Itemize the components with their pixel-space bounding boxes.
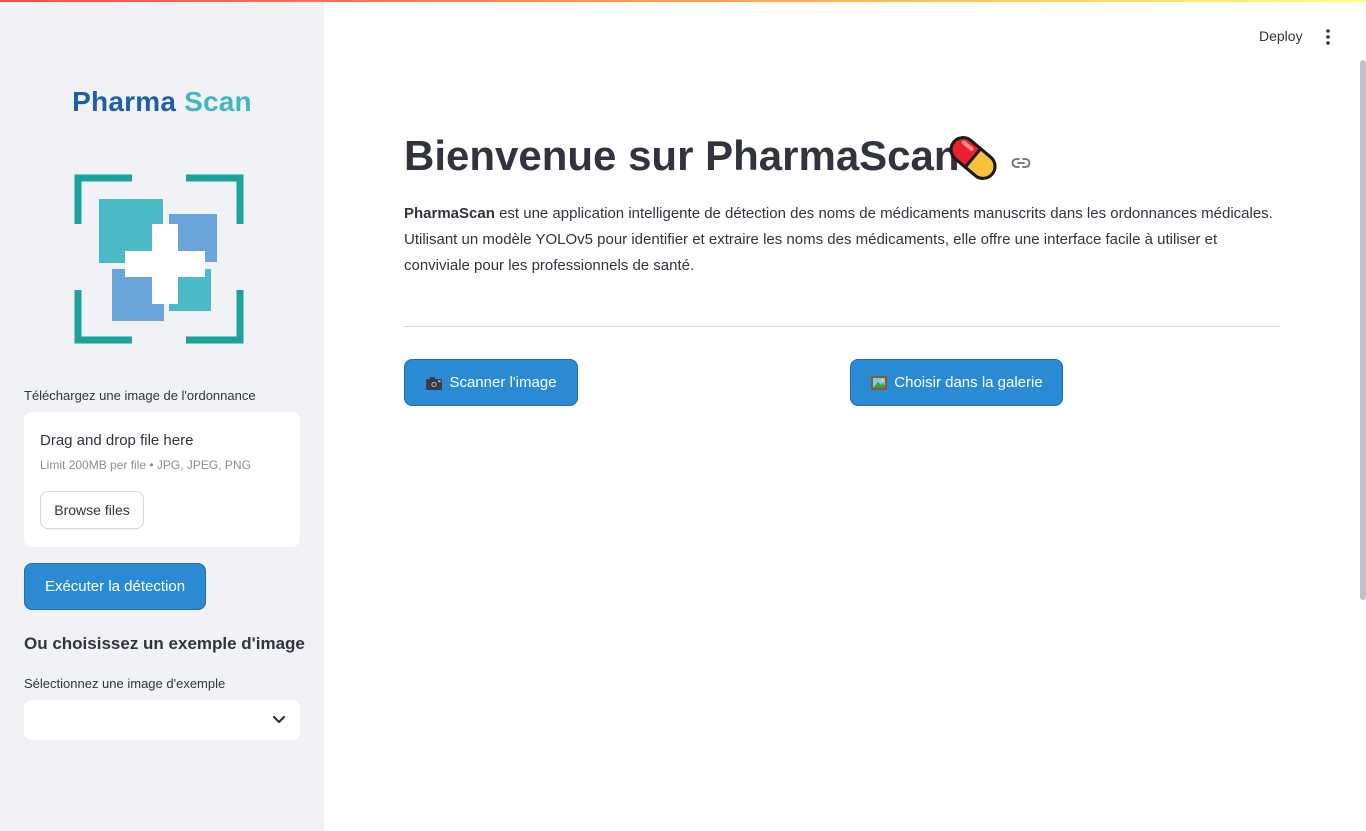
browse-files-button[interactable]: Browse files [40,491,144,529]
header-decoration-bar [0,0,1366,2]
intro-text: est une application intelligente de déte… [404,205,1273,274]
file-dropzone[interactable]: Drag and drop file here Limit 200MB per … [24,412,300,547]
dropzone-limit: Limit 200MB per file • JPG, JPEG, PNG [40,458,251,472]
intro-paragraph: PharmaScan est une application intellige… [404,201,1284,279]
example-image-select[interactable] [24,700,300,740]
divider [404,326,1280,327]
run-detection-button[interactable]: Exécuter la détection [24,563,206,610]
kebab-menu-icon[interactable] [1321,28,1335,46]
brand-title-part1: Pharma [72,86,177,117]
upload-label: Téléchargez une image de l'ordonnance [24,388,256,403]
link-icon[interactable] [1010,152,1032,174]
deploy-button[interactable]: Deploy [1259,28,1303,44]
brand-title: Pharma Scan [0,86,324,118]
gallery-label: Choisir dans la galerie [894,374,1043,391]
dropzone-title: Drag and drop file here [40,432,194,449]
scrollbar[interactable] [1360,60,1366,600]
chevron-down-icon [272,715,286,724]
scan-image-label: Scanner l'image [449,374,557,391]
scan-image-button[interactable]: Scanner l'image [404,359,578,406]
pill-icon [949,136,997,180]
sidebar: Pharma Scan Téléchargez une image de l'o… [0,0,324,831]
brand-title-part2: Scan [184,86,252,117]
example-select-label: Sélectionnez une image d'exemple [24,676,226,691]
picture-icon [871,375,888,390]
camera-icon [426,376,443,390]
gallery-button[interactable]: Choisir dans la galerie [850,359,1063,406]
medical-scan-logo [74,174,244,344]
example-heading: Ou choisissez un exemple d'image [24,634,305,653]
page-title: Bienvenue sur PharmaScan [404,132,960,179]
intro-app-name: PharmaScan [404,205,495,222]
